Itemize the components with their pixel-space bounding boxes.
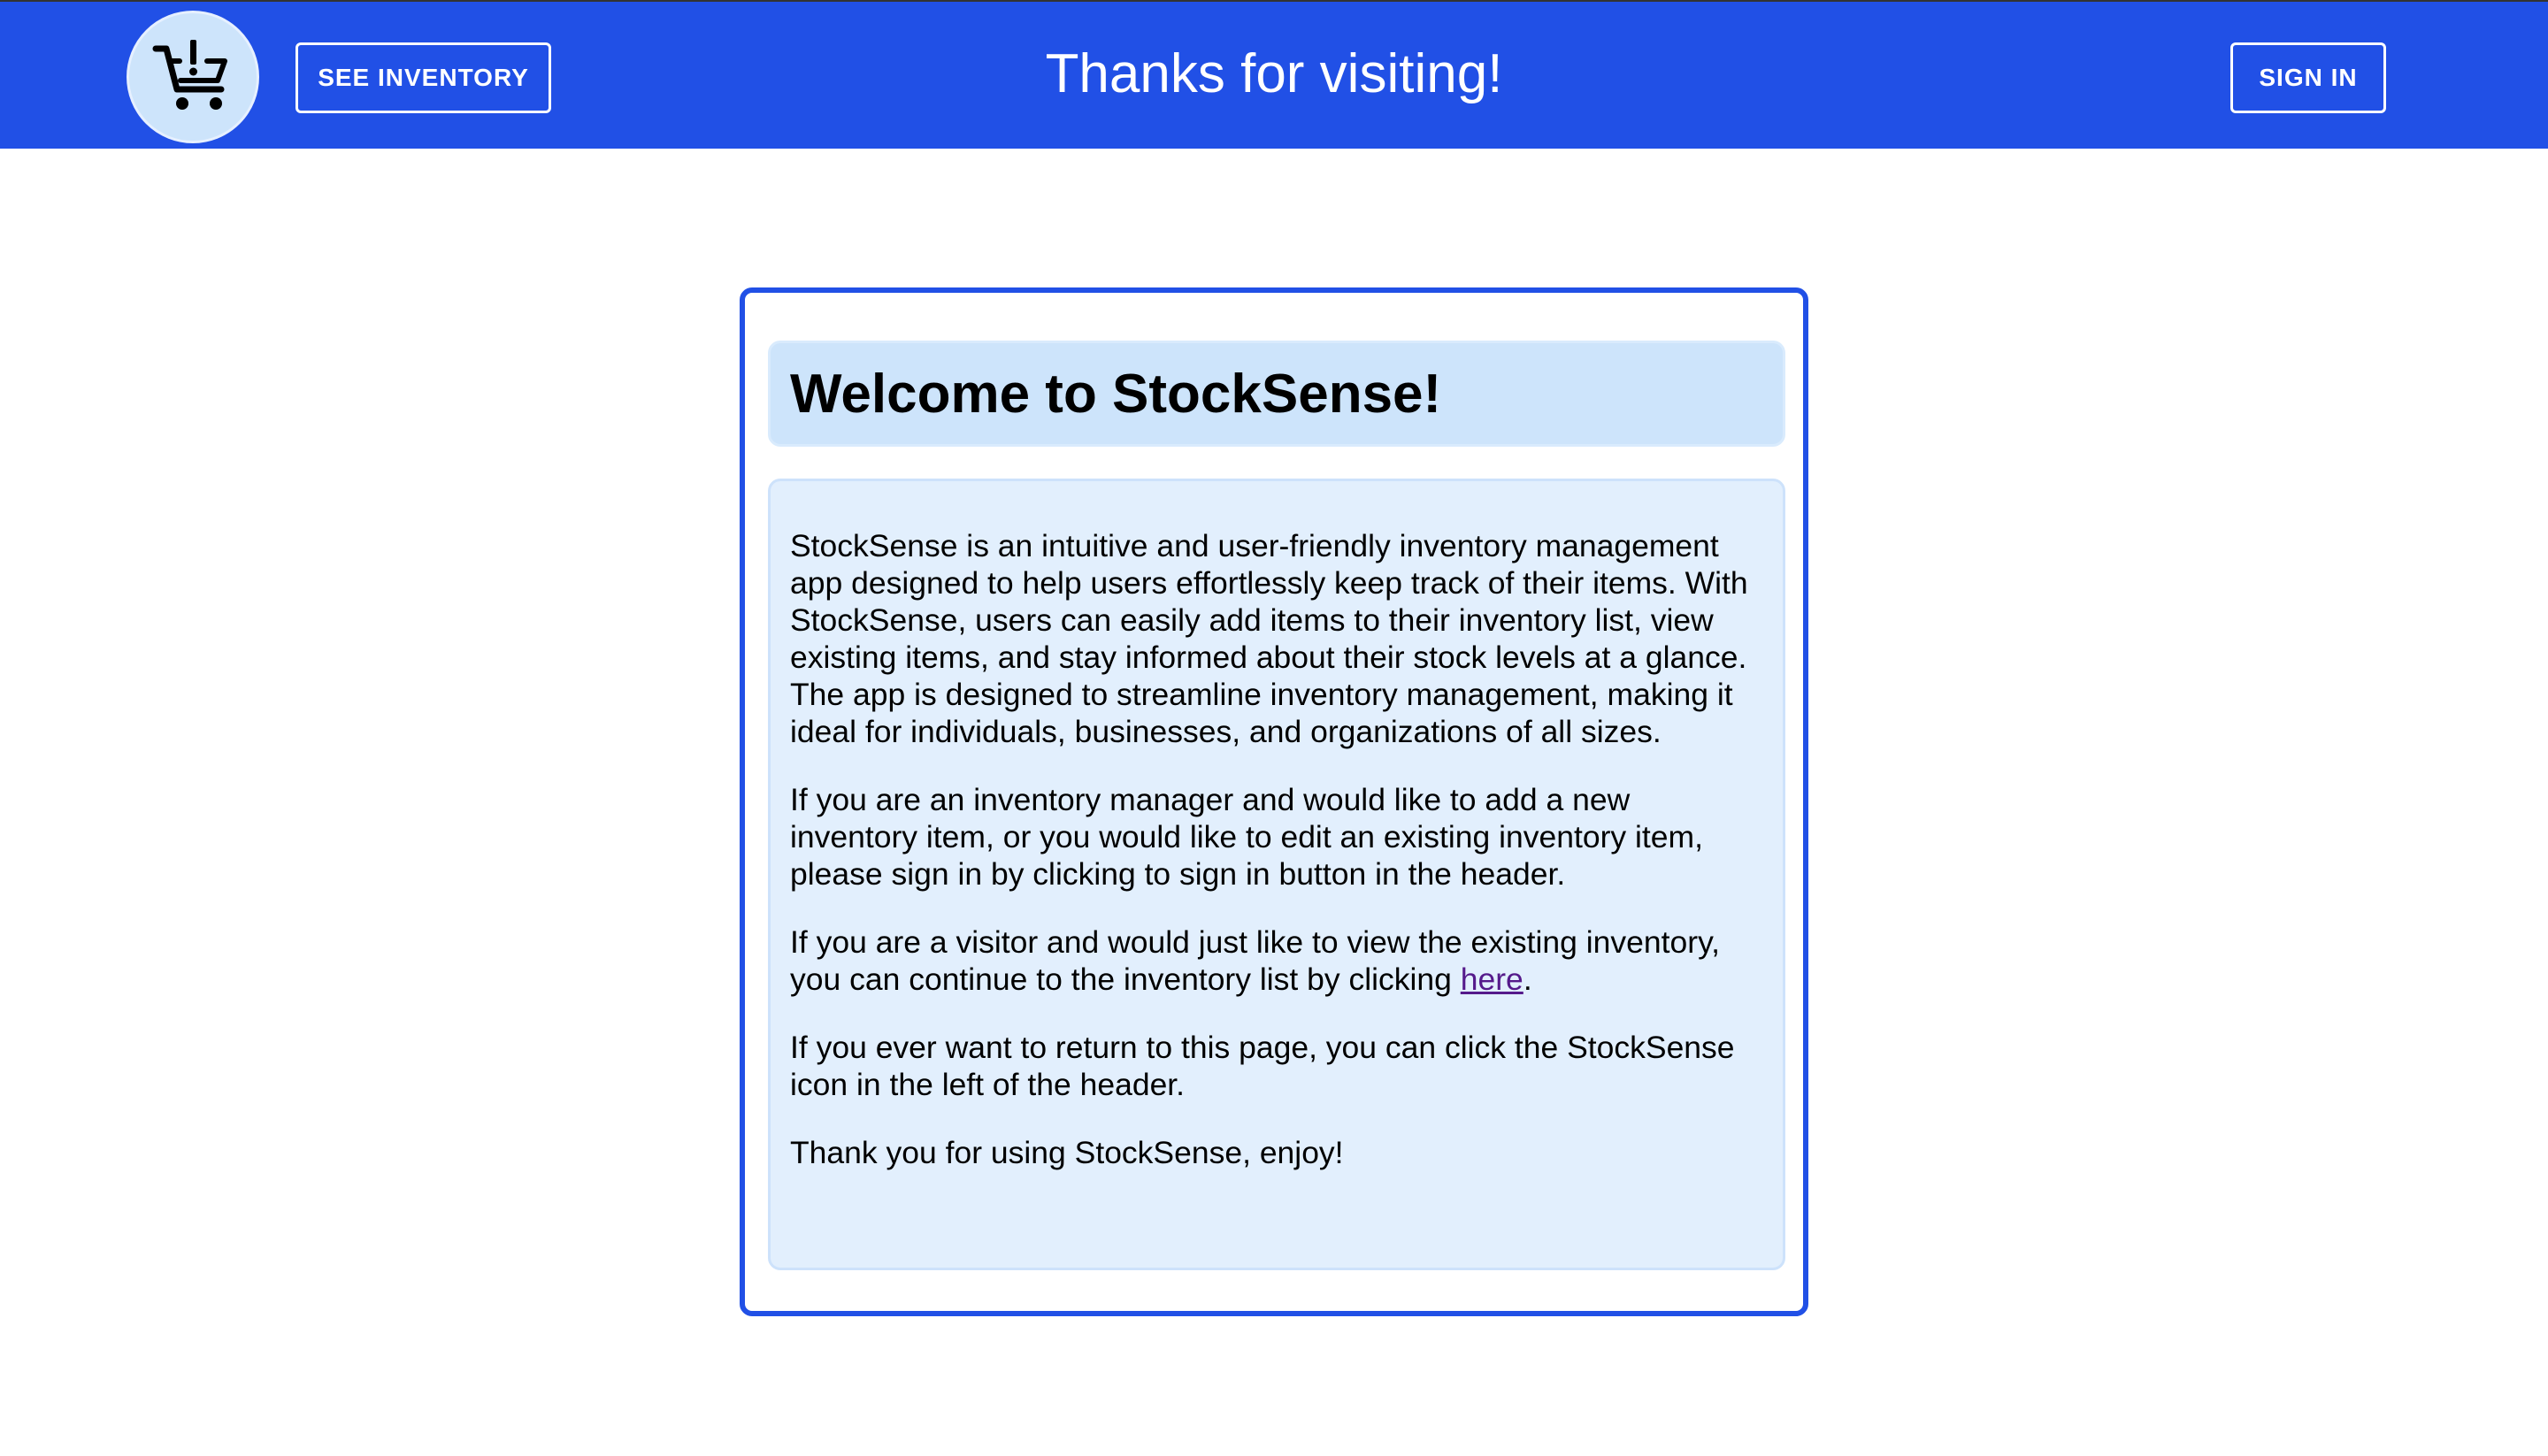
stocksense-logo-button[interactable] (127, 11, 259, 143)
welcome-title-box: Welcome to StockSense! (768, 341, 1785, 447)
visitor-paragraph-end: . (1523, 962, 1532, 997)
sign-in-button[interactable]: SIGN IN (2230, 42, 2386, 113)
manager-paragraph: If you are an inventory manager and woul… (790, 782, 1703, 892)
thanks-paragraph: Thank you for using StockSense, enjoy! (790, 1135, 1344, 1170)
welcome-body-box: StockSense is an intuitive and user-frie… (768, 479, 1785, 1270)
inventory-here-link[interactable]: here (1461, 962, 1523, 997)
shopping-cart-alert-icon (152, 40, 227, 110)
return-paragraph: If you ever want to return to this page,… (790, 1030, 1735, 1102)
visitor-paragraph-text: If you are a visitor and would just like… (790, 924, 1721, 997)
app-header: SEE INVENTORY Thanks for visiting! SIGN … (0, 2, 2548, 149)
welcome-card: Welcome to StockSense! StockSense is an … (740, 287, 1808, 1316)
visitor-paragraph: If you are a visitor and would just like… (790, 923, 1763, 998)
intro-paragraph: StockSense is an intuitive and user-frie… (790, 528, 1748, 749)
see-inventory-button[interactable]: SEE INVENTORY (295, 42, 551, 113)
header-title: Thanks for visiting! (1045, 43, 1503, 104)
welcome-title: Welcome to StockSense! (790, 363, 1442, 425)
